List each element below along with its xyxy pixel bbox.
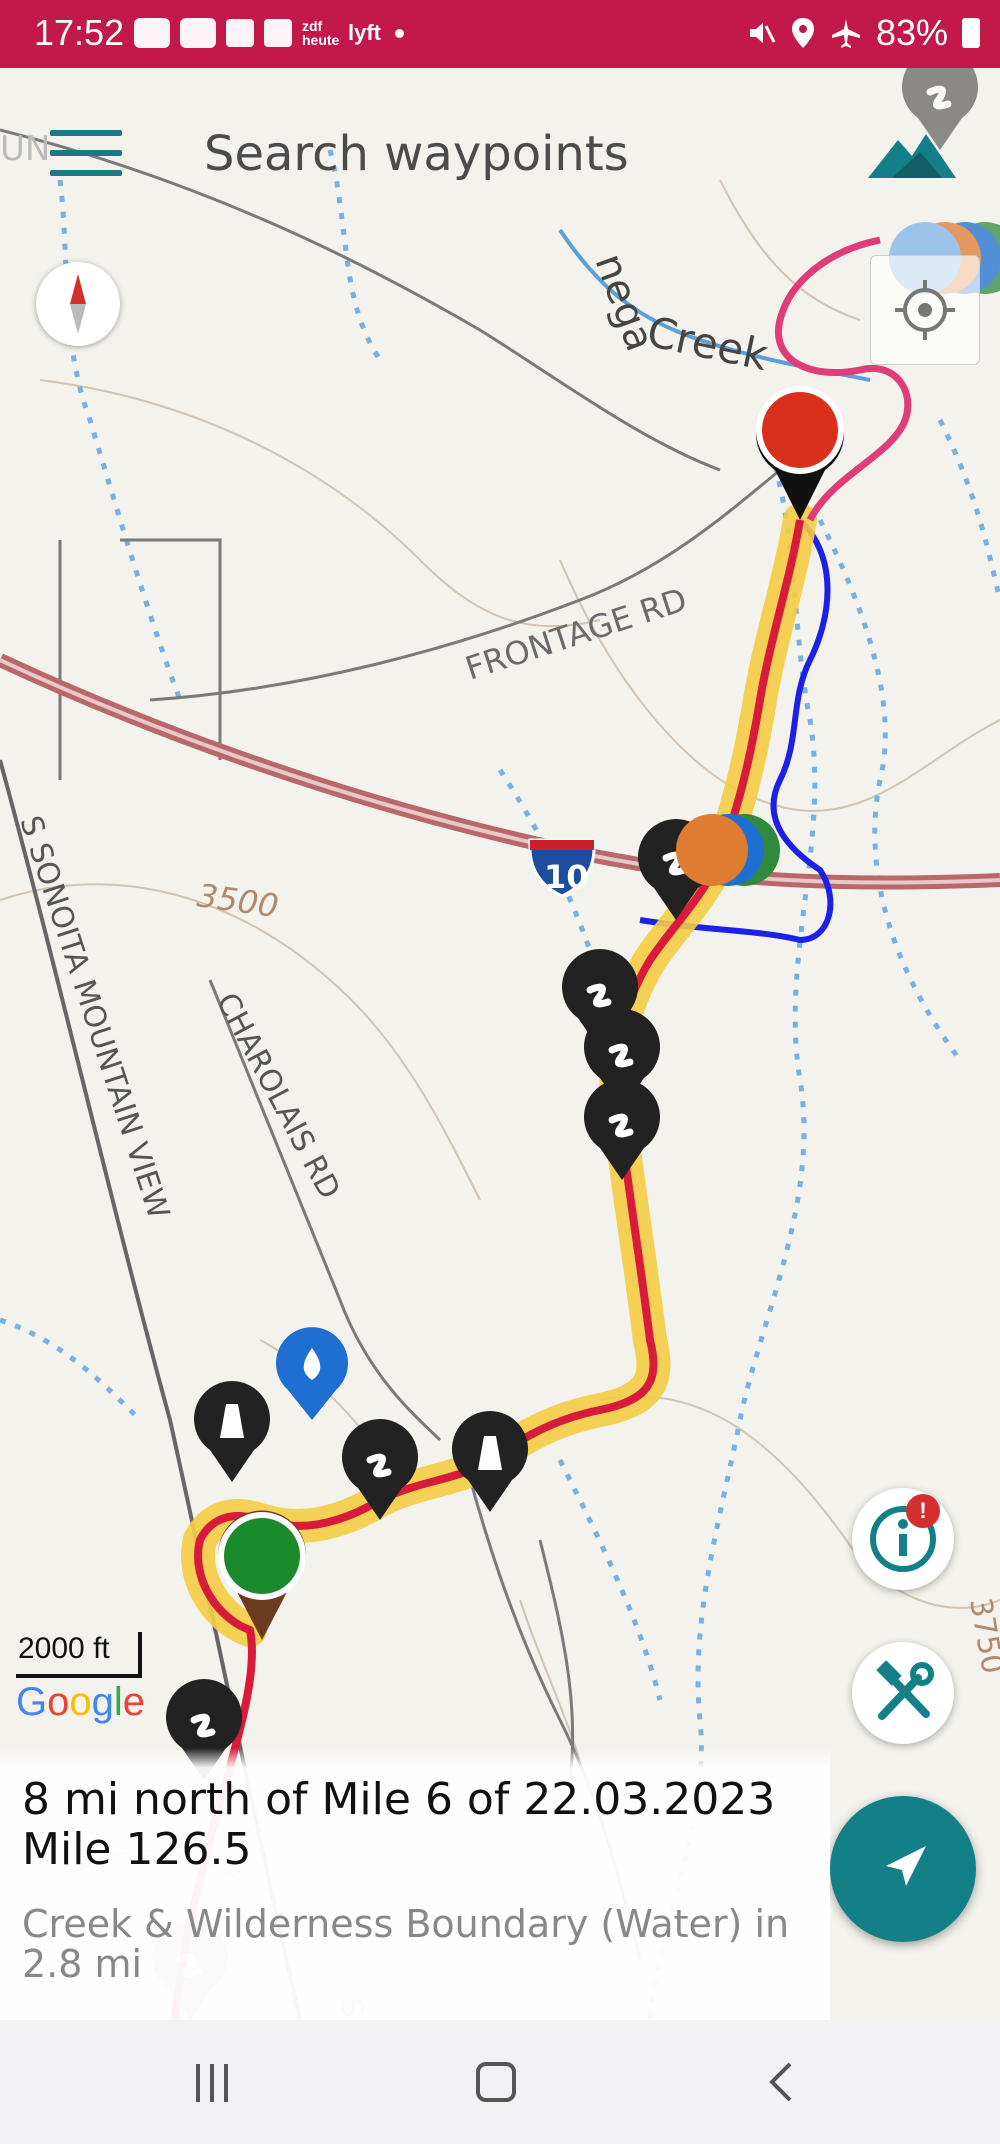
notification-icons: zdf heute lyft xyxy=(134,18,404,48)
search-input[interactable]: Search waypoints xyxy=(204,126,629,182)
locate-button[interactable] xyxy=(870,255,980,365)
info-button[interactable] xyxy=(852,1488,954,1590)
mute-icon xyxy=(749,23,776,43)
google-logo: Google xyxy=(16,1680,146,1724)
youtube-icon xyxy=(134,18,170,48)
map-view[interactable]: Creek nega FRONTAGE RD 3500 3750 S SONOI… xyxy=(0,68,1000,2020)
hamburger-menu-icon[interactable] xyxy=(50,130,122,182)
mountain-icon[interactable] xyxy=(868,130,956,180)
back-icon[interactable] xyxy=(760,2060,804,2104)
status-right: 83% xyxy=(746,12,980,54)
home-icon[interactable] xyxy=(476,2062,516,2102)
checklist-icon xyxy=(226,19,254,47)
airplane-icon xyxy=(831,19,860,48)
status-bar: 17:52 zdf heute lyft 83% xyxy=(0,0,1000,68)
recents-icon[interactable] xyxy=(196,2064,240,2102)
mile-marker: Mile 126.5 xyxy=(22,1824,252,1875)
location-icon xyxy=(791,18,814,48)
notification-badge: ! xyxy=(906,1494,940,1528)
next-waypoint-text: Creek & Wilderness Boundary (Water) in 2… xyxy=(22,1902,790,1986)
navigate-button[interactable] xyxy=(830,1796,976,1942)
compass-icon[interactable] xyxy=(36,262,120,346)
tools-icon xyxy=(876,1660,934,1720)
marker-cluster[interactable] xyxy=(676,814,780,886)
battery-level: 83% xyxy=(875,12,948,53)
county-partial-label: UN xyxy=(0,129,50,169)
svg-text:10: 10 xyxy=(544,858,589,896)
battery-icon xyxy=(962,18,980,48)
info-icon xyxy=(870,1506,936,1572)
dot-icon xyxy=(395,28,404,38)
status-time: 17:52 xyxy=(34,12,125,53)
tools-button[interactable] xyxy=(852,1642,954,1744)
zdf-heute-icon: zdf heute xyxy=(302,18,340,48)
crosshair-icon xyxy=(895,280,955,340)
lyft-icon: lyft xyxy=(348,20,381,45)
check-icon xyxy=(264,19,292,47)
navigate-arrow-icon xyxy=(886,1846,926,1886)
map-scale-label: 2000 ft xyxy=(18,1632,110,1665)
youtube-icon xyxy=(180,18,216,48)
location-description: 8 mi north of Mile 6 of 22.03.2023 xyxy=(22,1774,776,1825)
